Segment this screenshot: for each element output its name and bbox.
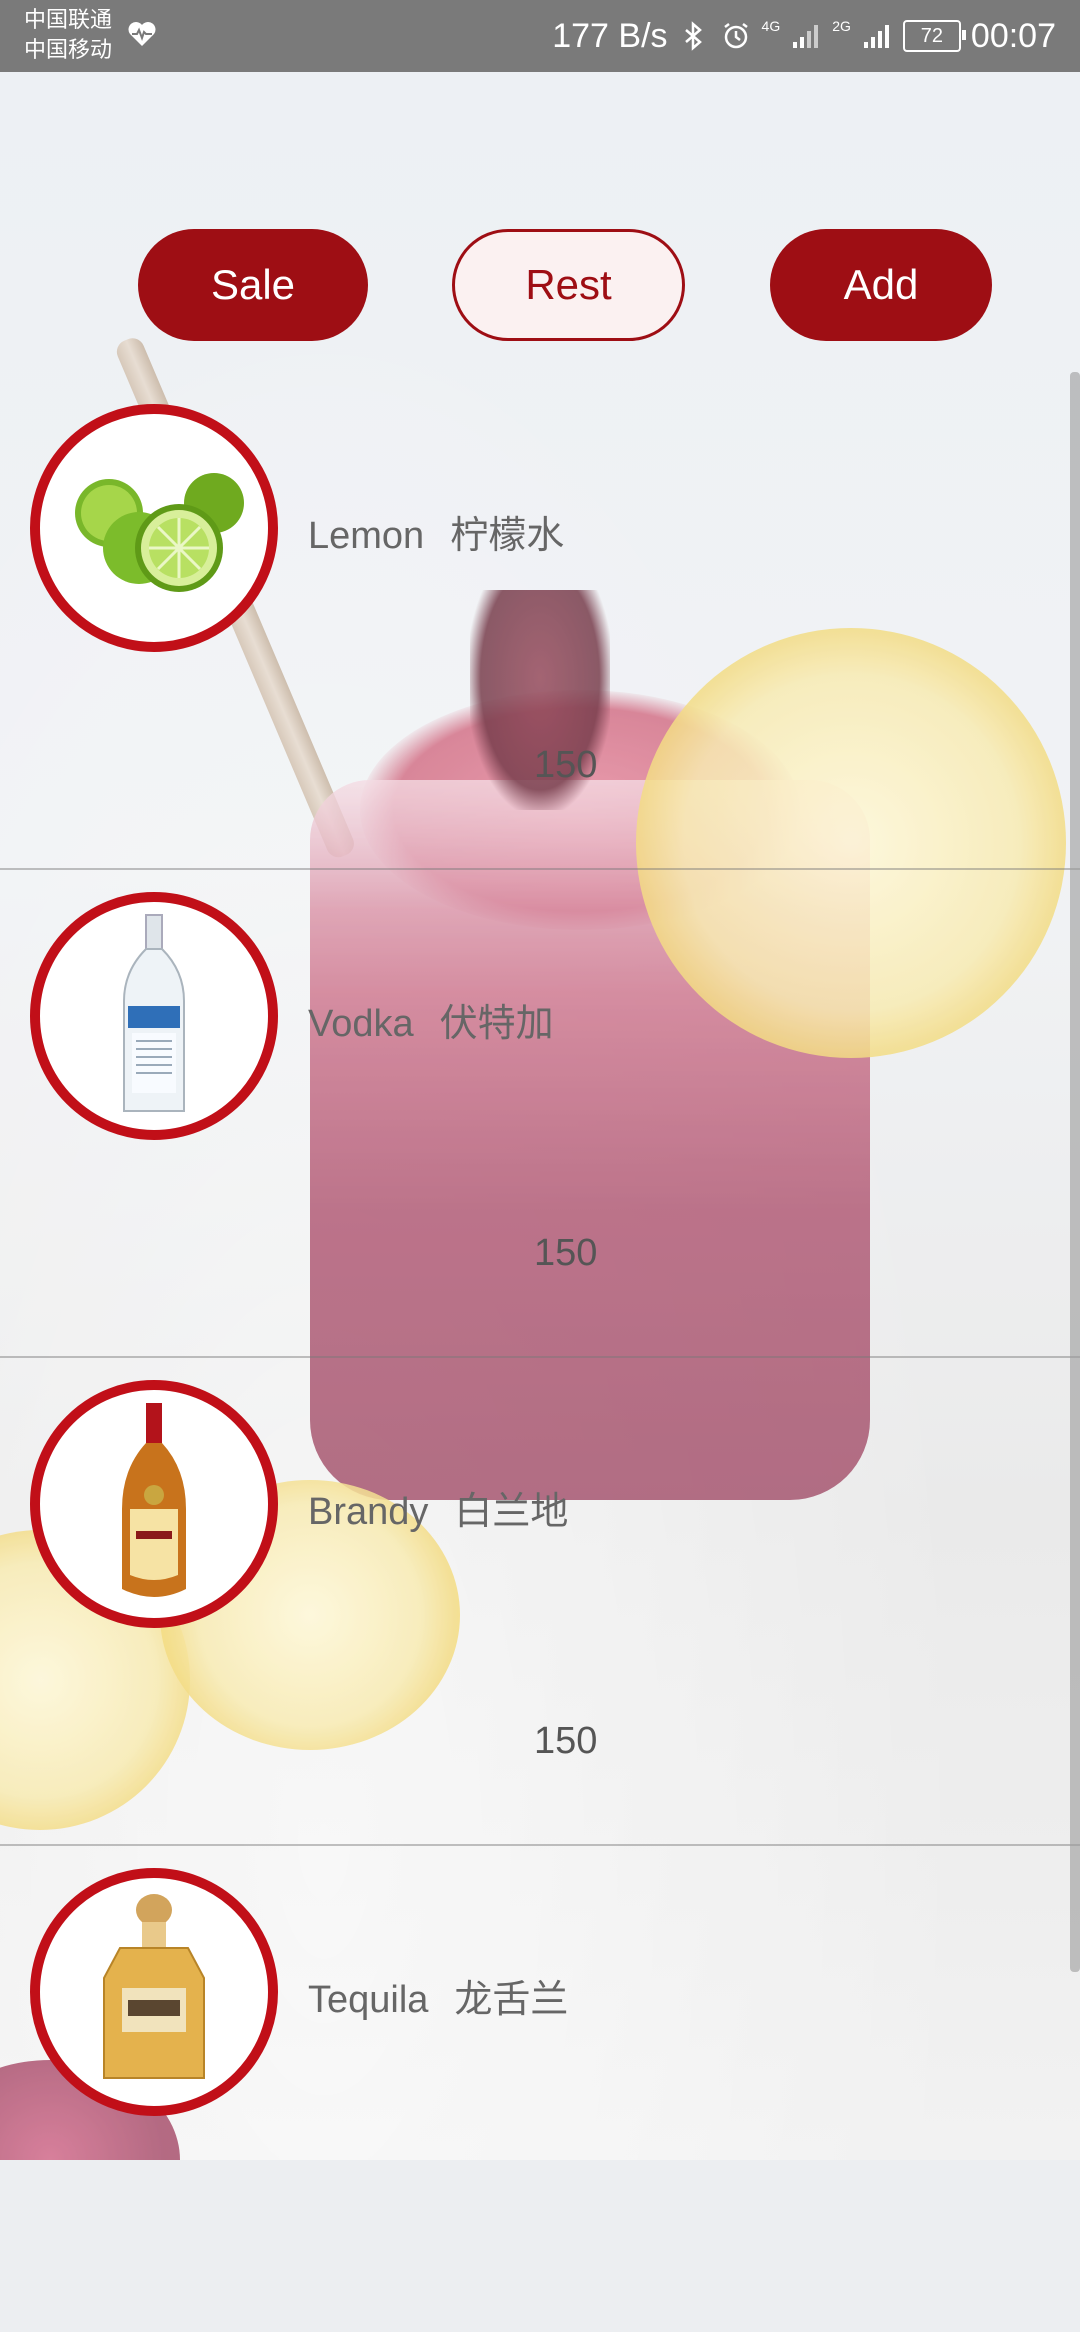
alarm-icon: [723, 23, 748, 49]
item-name: Vodka 伏特加: [308, 992, 554, 1047]
scrollbar[interactable]: [1070, 372, 1080, 1972]
heart-rate-icon: [128, 22, 156, 46]
item-name-cn: 伏特加: [439, 1001, 554, 1045]
item-name-en: Tequila: [308, 1979, 429, 2021]
item-name-cn: 白兰地: [454, 1489, 569, 1533]
item-name-en: Brandy: [308, 1491, 429, 1533]
list-item[interactable]: Tequila 龙舌兰: [0, 1844, 1080, 2332]
signal-icon-2: [863, 25, 889, 48]
item-name-cn: 龙舌兰: [454, 1977, 569, 2021]
item-price: 150: [534, 1720, 598, 1762]
item-name: Lemon 柠檬水: [308, 504, 564, 559]
item-name: Tequila 龙舌兰: [308, 1968, 568, 2023]
battery-level: 72: [920, 24, 944, 47]
network-type-1: 4G: [761, 18, 781, 34]
brandy-bottle-icon: [30, 1380, 278, 1628]
rest-button[interactable]: Rest: [452, 229, 685, 341]
carrier-1: 中国联通: [24, 8, 113, 33]
battery-icon: 72: [902, 20, 966, 52]
item-name-cn: 柠檬水: [450, 513, 565, 557]
tequila-bottle-icon: [30, 1868, 278, 2116]
sale-button[interactable]: Sale: [138, 229, 368, 341]
item-price: 150: [534, 744, 598, 786]
item-name-en: Lemon: [308, 515, 425, 557]
bluetooth-icon: [684, 21, 702, 51]
list-item[interactable]: Lemon 柠檬水 150: [0, 380, 1080, 870]
list-item[interactable]: Vodka 伏特加 150: [0, 868, 1080, 1358]
list-item[interactable]: Brandy 白兰地 150: [0, 1356, 1080, 1846]
carrier-2: 中国移动: [24, 38, 113, 63]
network-speed: 177 B/s: [552, 16, 668, 55]
network-type-2: 2G: [832, 18, 851, 34]
vodka-bottle-icon: [30, 892, 278, 1140]
add-button[interactable]: Add: [770, 229, 992, 341]
item-name: Brandy 白兰地: [308, 1480, 568, 1535]
lime-icon: [30, 404, 278, 652]
item-name-en: Vodka: [308, 1003, 414, 1045]
status-bar: 中国联通 中国移动 177 B/s 4G 2G 72 00:07: [0, 0, 1080, 72]
carrier-info: 中国联通 中国移动: [24, 6, 112, 66]
signal-icon: [793, 25, 819, 48]
clock: 00:07: [970, 16, 1056, 55]
item-price: 150: [534, 1232, 598, 1274]
